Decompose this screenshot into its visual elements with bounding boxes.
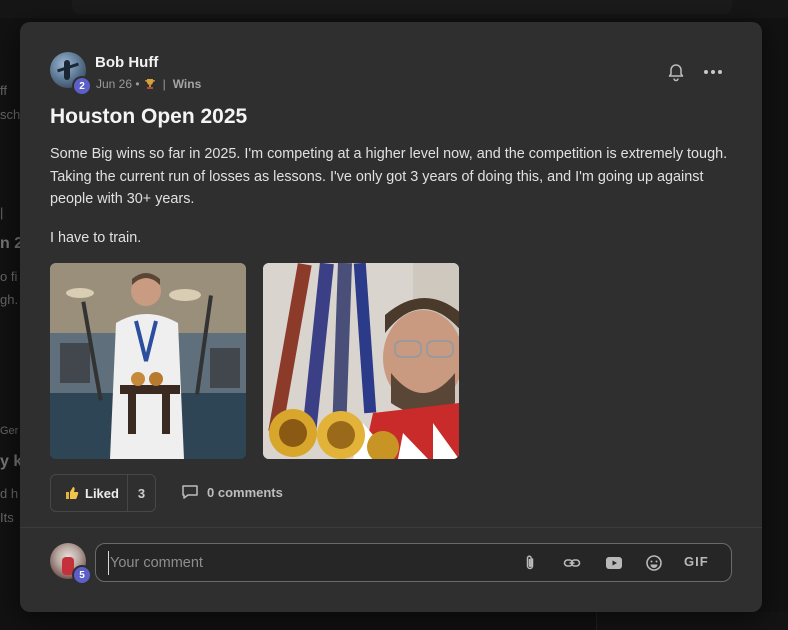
like-label: Liked [85,485,119,501]
post-image-2[interactable] [263,263,459,459]
more-options-icon[interactable] [702,62,724,82]
background-snippet: ff [0,83,7,98]
trophy-icon [144,79,155,89]
comments-count-label: 0 comments [207,484,283,500]
gif-button[interactable]: GIF [684,554,709,569]
background-panel [596,612,788,630]
comment-bubble-icon [182,485,198,499]
post-date: Jun 26 • [96,77,140,91]
category-separator: | [162,77,166,91]
author-level-badge: 2 [72,76,92,96]
current-user-level-badge: 5 [72,565,92,585]
post-body: Some Big wins so far in 2025. I'm compet… [50,143,740,265]
like-count[interactable]: 3 [128,486,155,501]
author-name[interactable]: Bob Huff [95,54,158,71]
section-divider [20,527,762,528]
post-actions: Liked 3 0 comments [50,474,732,512]
background-snippet: Its [0,510,14,525]
bell-icon[interactable] [666,62,686,82]
background-snippet: sch [0,107,21,122]
post-image-1[interactable] [50,263,246,459]
post-title: Houston Open 2025 [50,105,248,128]
background-snippet: Ger [0,425,19,437]
comment-input[interactable] [108,551,512,575]
background-snippet: y k [0,453,23,470]
background-search-bar [72,0,732,14]
post-meta: Jun 26 • | Wins [96,77,201,91]
youtube-icon[interactable] [604,553,624,573]
background-snippet: o fi [0,269,18,284]
link-icon[interactable] [562,553,582,573]
background-snippet: | [0,205,4,220]
post-paragraph: I have to train. [50,229,142,246]
like-button[interactable]: Liked 3 [50,474,156,512]
thumbs-up-icon [66,487,79,499]
post-modal: 2 Bob Huff Jun 26 • | Wins Houston Open … [20,22,762,612]
comment-composer: GIF [95,543,732,582]
background-snippet: gh. [0,292,19,307]
background-snippet: d h [0,486,19,501]
paperclip-icon[interactable] [520,553,540,573]
emoji-icon[interactable] [644,553,664,573]
post-paragraph: Some Big wins so far in 2025. I'm compet… [50,146,728,207]
post-category[interactable]: Wins [173,77,202,91]
comments-link[interactable]: 0 comments [181,474,283,510]
post-header: 2 Bob Huff Jun 26 • | Wins [50,52,732,96]
